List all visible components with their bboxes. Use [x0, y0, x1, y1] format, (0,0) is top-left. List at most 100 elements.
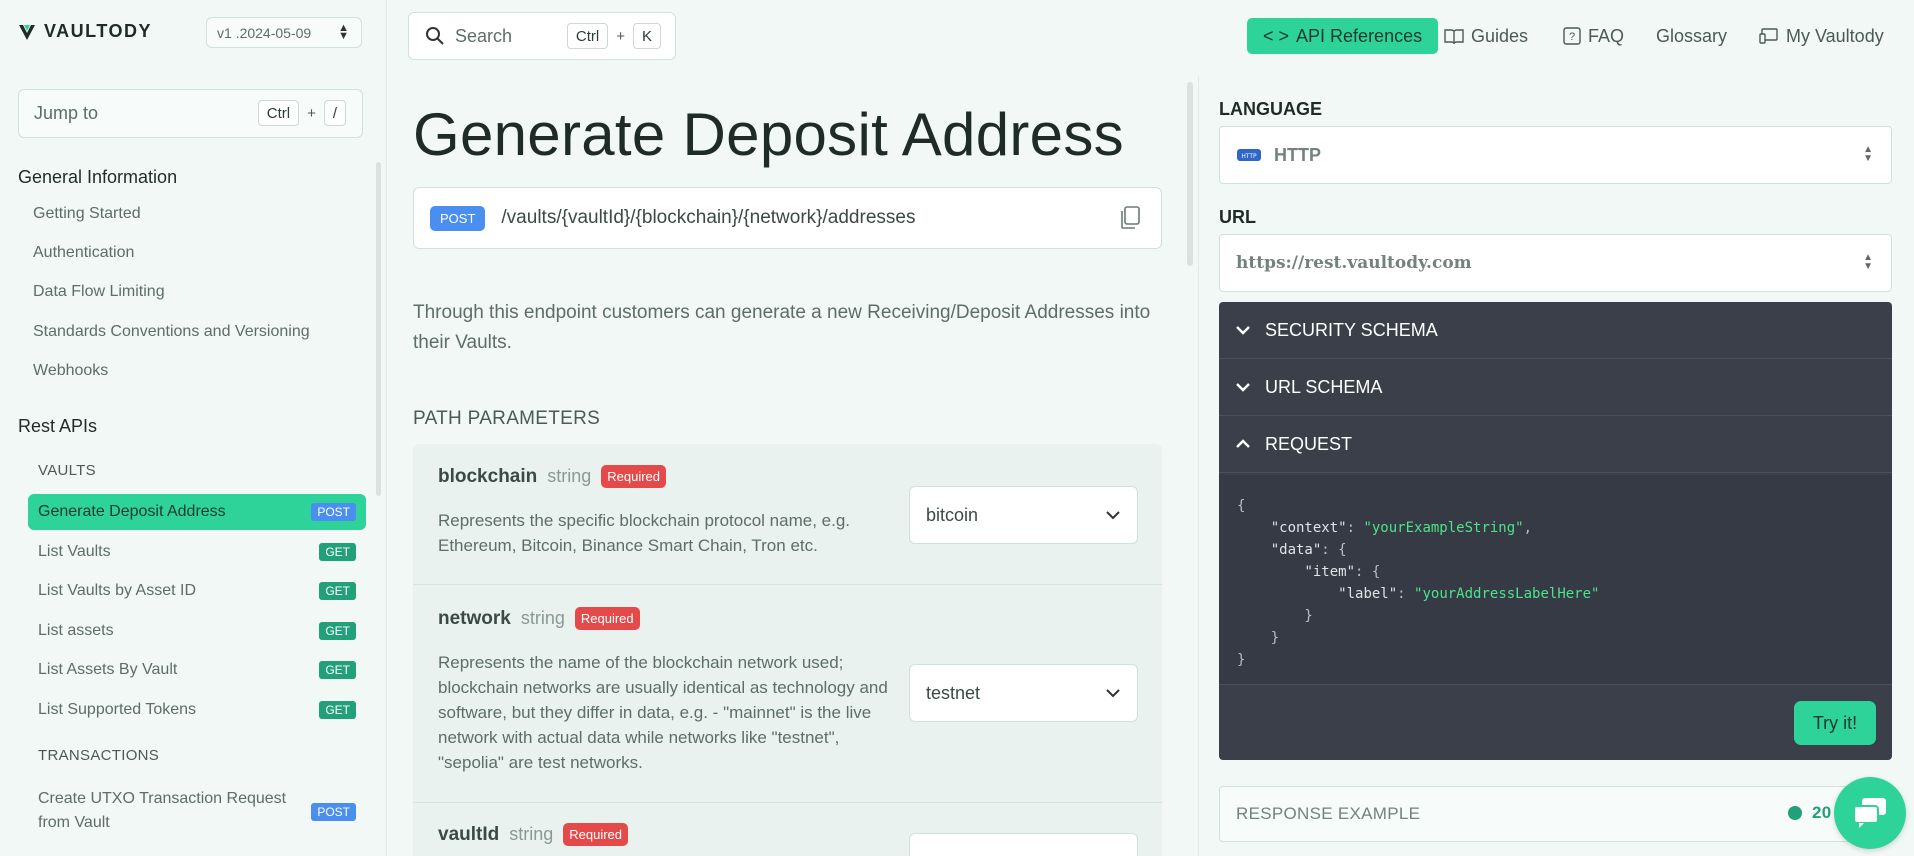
topnav-my-vaultody[interactable]: My Vaultody [1759, 18, 1884, 54]
accordion-label: URL SCHEMA [1265, 376, 1383, 397]
nav-item-authentication[interactable]: Authentication [33, 244, 134, 262]
accordion-label: SECURITY SCHEMA [1265, 319, 1438, 340]
param-type: string [509, 824, 554, 844]
topnav-label: Guides [1471, 25, 1529, 46]
code-icon: < > [1263, 25, 1290, 46]
chevron-down-icon [1106, 689, 1120, 698]
request-panel: SECURITY SCHEMA URL SCHEMA REQUEST { "co… [1219, 302, 1892, 760]
topnav-glossary[interactable]: Glossary [1656, 18, 1727, 54]
accordion-security-schema[interactable]: SECURITY SCHEMA [1219, 302, 1892, 359]
brand-name: VAULTODY [44, 21, 153, 41]
nav-sub-vaults[interactable]: VAULTS [38, 462, 96, 479]
network-select[interactable]: testnet [909, 664, 1138, 722]
method-badge-post: POST [311, 503, 356, 521]
url-select[interactable]: https://rest.vaultody.com ▲ ▼ [1219, 234, 1892, 292]
kbd-ctrl: Ctrl [566, 23, 609, 49]
blockchain-select[interactable]: bitcoin [909, 486, 1138, 544]
method-badge-get: GET [319, 582, 356, 600]
topnav-guides[interactable]: Guides [1444, 18, 1528, 54]
nav-heading-rest-apis[interactable]: Rest APIs [18, 416, 97, 437]
response-example-label: RESPONSE EXAMPLE [1236, 804, 1421, 823]
nav-sub-transactions[interactable]: TRANSACTIONS [38, 747, 159, 764]
language-label: LANGUAGE [1219, 99, 1322, 119]
sidebar-item-list-vaults[interactable]: List Vaults GET [28, 534, 366, 570]
required-badge: Required [563, 823, 629, 846]
devices-icon [1759, 28, 1778, 44]
select-value: bitcoin [926, 504, 979, 525]
search-placeholder: Search [455, 25, 513, 46]
nav-heading-general[interactable]: General Information [18, 167, 177, 188]
brand[interactable]: VAULTODY [18, 21, 152, 42]
sidebar-item-label: List assets [38, 622, 114, 639]
vaultid-input[interactable] [909, 833, 1138, 856]
svg-text:HTTP: HTTP [1241, 153, 1257, 160]
param-description: Represents the name of the blockchain ne… [438, 653, 888, 772]
param-type: string [547, 466, 592, 486]
response-example[interactable]: RESPONSE EXAMPLE 20 [1219, 786, 1892, 842]
sidebar-item-create-utxo-transaction[interactable]: Create UTXO Transaction Request from Vau… [28, 785, 366, 837]
endpoint-path: /vaults/{vaultId}/{blockchain}/{network}… [501, 207, 916, 228]
help-icon: ? [1563, 27, 1581, 45]
method-badge-post: POST [311, 803, 356, 821]
sidebar-item-list-assets-by-vault[interactable]: List Assets By Vault GET [28, 652, 366, 688]
page-title: Generate Deposit Address [413, 101, 1124, 168]
param-network: network string Required Represents the n… [413, 585, 1162, 803]
http-icon: HTTP [1237, 149, 1261, 161]
main-scrollbar[interactable] [1187, 82, 1193, 266]
sidebar-item-list-vaults-by-asset-id[interactable]: List Vaults by Asset ID GET [28, 573, 366, 609]
endpoint-description: Through this endpoint customers can gene… [413, 302, 1151, 353]
param-description: Represents the specific blockchain proto… [438, 511, 851, 555]
chat-button[interactable] [1834, 777, 1906, 849]
param-head: network string Required [438, 607, 640, 630]
chevron-down-icon [1236, 383, 1250, 392]
topnav-label: API References [1296, 25, 1423, 46]
copy-icon[interactable] [1119, 206, 1141, 230]
sidebar: VAULTODY v1 .2024-05-09 ▲ ▼ Jump to Ctrl … [0, 0, 387, 856]
nav-item-data-flow-limiting[interactable]: Data Flow Limiting [33, 283, 165, 301]
nav-item-standards[interactable]: Standards Conventions and Versioning [33, 323, 310, 341]
chevron-down-icon [1236, 326, 1250, 335]
version-select[interactable]: v1 .2024-05-09 ▲ ▼ [206, 17, 362, 48]
sidebar-item-label: Generate Deposit Address [38, 503, 226, 520]
status-dot [1788, 806, 1802, 820]
kbd-plus: + [307, 104, 316, 122]
required-badge: Required [574, 607, 640, 630]
language-select[interactable]: HTTP HTTP ▲ ▼ [1219, 126, 1892, 184]
kbd-ctrl: Ctrl [257, 100, 300, 126]
param-blockchain: blockchain string Required Represents th… [413, 444, 1162, 585]
updown-icon: ▲ ▼ [338, 22, 349, 42]
sidebar-item-label: List Assets By Vault [38, 661, 178, 678]
sidebar-scrollbar[interactable] [376, 162, 381, 496]
sidebar-item-label-line2: from Vault [38, 814, 110, 831]
method-badge-get: GET [319, 622, 356, 640]
updown-icon: ▲ ▼ [1863, 144, 1873, 164]
search-input[interactable]: Search Ctrl + K [408, 12, 676, 60]
nav-item-webhooks[interactable]: Webhooks [33, 362, 108, 380]
select-value: testnet [926, 682, 981, 703]
url-label: URL [1219, 207, 1256, 227]
sidebar-item-list-assets[interactable]: List assets GET [28, 613, 366, 649]
request-code-block[interactable]: { "context": "yourExampleString", "data"… [1219, 475, 1892, 685]
jump-to-input[interactable]: Jump to Ctrl + / [18, 89, 363, 138]
jump-shortcut: Ctrl + / [257, 100, 346, 126]
nav-item-getting-started[interactable]: Getting Started [33, 205, 141, 223]
topnav-api-references[interactable]: < > API References [1247, 18, 1439, 54]
accordion-label: REQUEST [1265, 433, 1353, 454]
accordion-url-schema[interactable]: URL SCHEMA [1219, 359, 1892, 416]
search-shortcut: Ctrl + K [566, 23, 661, 49]
sidebar-item-label: List Vaults by Asset ID [38, 582, 196, 599]
panel-divider [1198, 76, 1199, 856]
try-it-button[interactable]: Try it! [1794, 701, 1876, 745]
topnav-faq[interactable]: ? FAQ [1563, 18, 1624, 54]
accordion-request[interactable]: REQUEST [1219, 416, 1892, 473]
param-type: string [520, 608, 565, 628]
method-badge-get: GET [319, 543, 356, 561]
topnav-label: My Vaultody [1786, 25, 1884, 46]
sidebar-item-list-supported-tokens[interactable]: List Supported Tokens GET [28, 692, 366, 728]
chevron-down-icon [1106, 511, 1120, 520]
param-name: blockchain [438, 465, 538, 487]
svg-text:?: ? [1569, 31, 1575, 43]
path-parameters-title: PATH PARAMETERS [413, 408, 601, 429]
path-parameters: blockchain string Required Represents th… [413, 444, 1162, 856]
sidebar-item-generate-deposit-address[interactable]: Generate Deposit Address POST [28, 494, 366, 530]
